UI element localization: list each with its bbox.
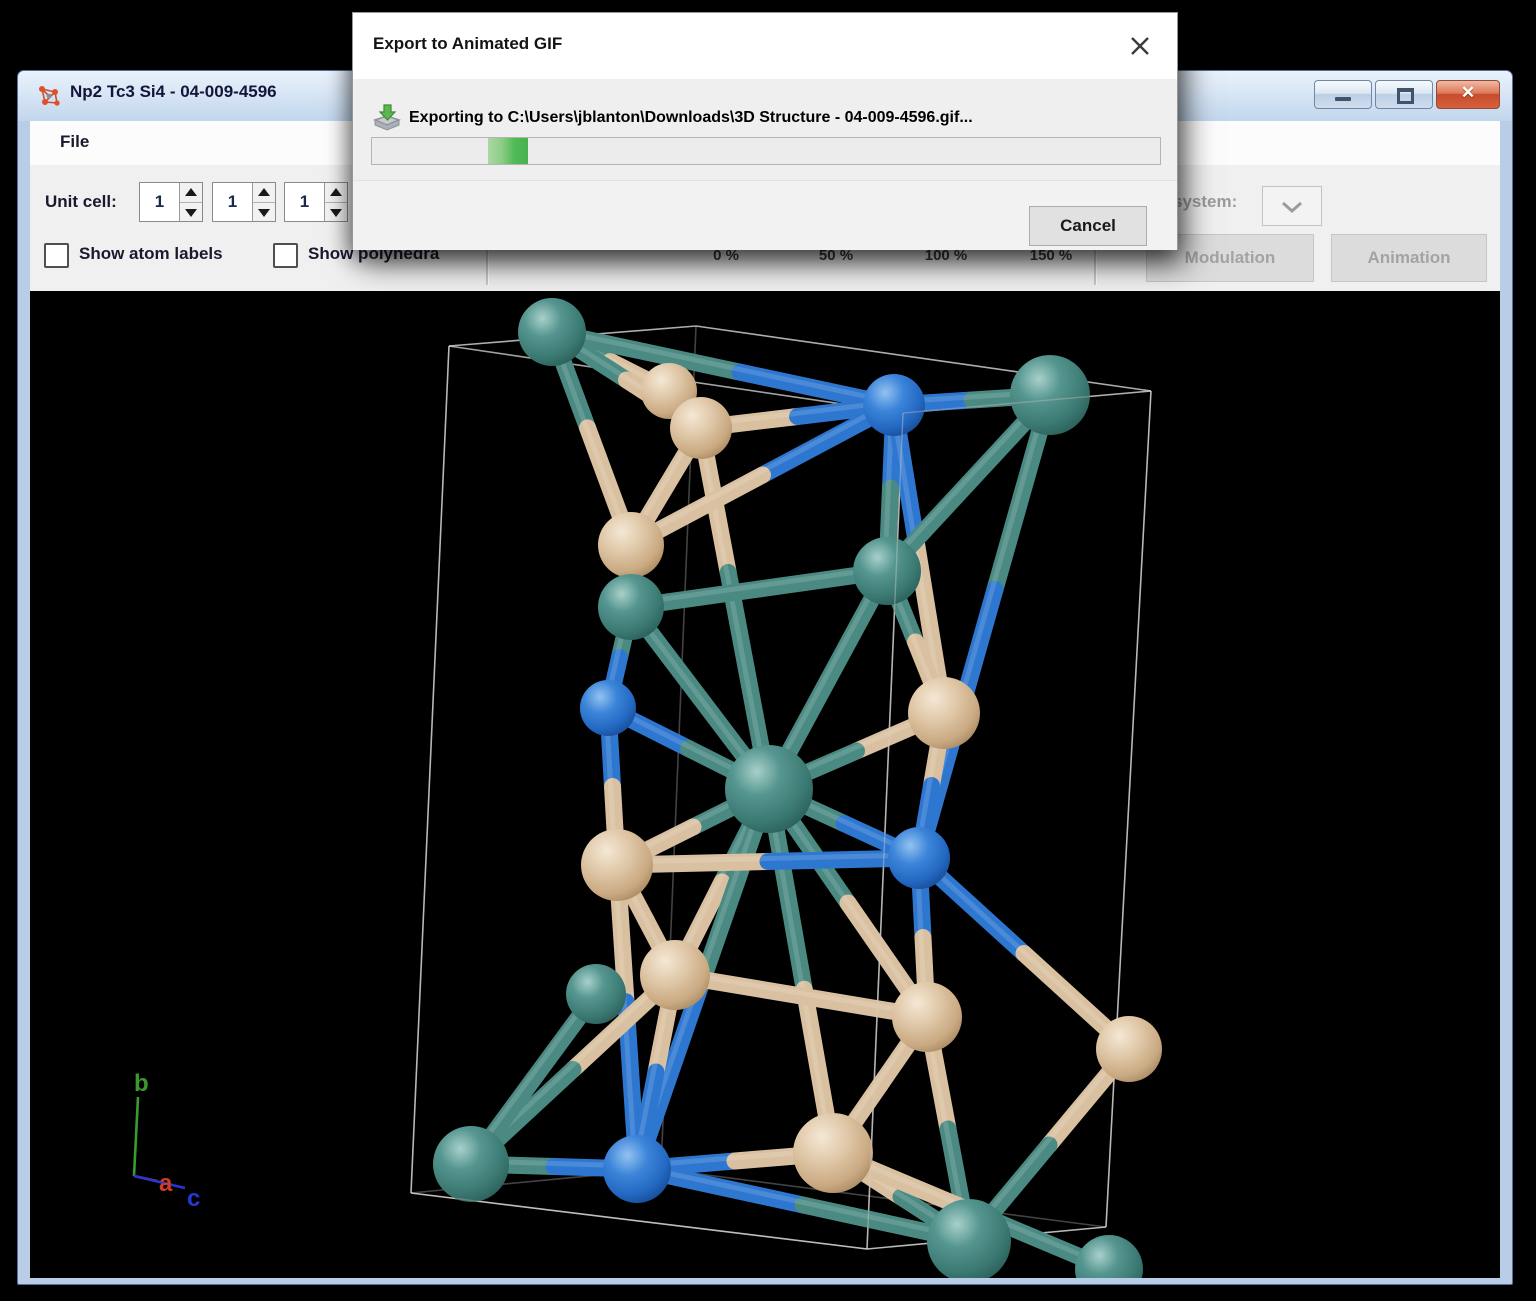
spin-up-icon[interactable] <box>180 183 202 203</box>
dialog-close-icon[interactable] <box>1127 33 1153 59</box>
app-icon <box>36 83 62 109</box>
axis-c-label: c <box>187 1185 200 1212</box>
unit-cell-label: Unit cell: <box>45 192 117 212</box>
export-status-text: Exporting to C:\Users\jblanton\Downloads… <box>409 109 973 127</box>
unit-cell-spinner-b[interactable]: 1 <box>212 182 276 222</box>
close-icon: ✕ <box>1437 83 1499 103</box>
window-title: Np2 Tc3 Si4 - 04-009-4596 <box>70 82 277 102</box>
maximize-button[interactable] <box>1375 80 1433 109</box>
window-controls: ✕ <box>1314 80 1500 109</box>
export-gif-dialog: Export to Animated GIF Exporting to C:\U… <box>352 12 1178 250</box>
unit-cell-value-c: 1 <box>285 183 324 221</box>
axis-b-label: b <box>134 1070 149 1097</box>
show-atom-labels-label[interactable]: Show atom labels <box>79 244 223 264</box>
animation-button[interactable]: Animation <box>1331 234 1487 282</box>
unit-cell-spinner-c[interactable]: 1 <box>284 182 348 222</box>
unit-cell-value-a: 1 <box>140 183 179 221</box>
export-progress-bar <box>371 137 1161 165</box>
minimize-button[interactable] <box>1314 80 1372 109</box>
minimize-icon <box>1335 97 1351 101</box>
progress-indicator <box>488 138 528 164</box>
spin-down-icon[interactable] <box>180 203 202 222</box>
spin-up-icon[interactable] <box>325 183 347 203</box>
spin-down-icon[interactable] <box>325 203 347 222</box>
close-button[interactable]: ✕ <box>1436 80 1500 109</box>
dialog-body: Exporting to C:\Users\jblanton\Downloads… <box>353 79 1177 180</box>
show-atom-labels-checkbox[interactable] <box>44 243 69 268</box>
axis-a-label: a <box>159 1170 173 1197</box>
axes-indicator: b a c <box>134 1070 200 1212</box>
spin-up-icon[interactable] <box>253 183 275 203</box>
structure-canvas[interactable]: b a c <box>30 291 1500 1278</box>
unit-cell-value-b: 1 <box>213 183 252 221</box>
dialog-footer: Cancel <box>353 180 1177 250</box>
axis-b <box>134 1097 138 1176</box>
show-polyhedra-checkbox[interactable] <box>273 243 298 268</box>
unit-cell-spinner-a[interactable]: 1 <box>139 182 203 222</box>
system-dropdown[interactable] <box>1262 186 1322 226</box>
export-gif-icon <box>371 103 403 131</box>
spin-down-icon[interactable] <box>253 203 275 222</box>
app-window: Np2 Tc3 Si4 - 04-009-4596 ✕ File Unit ce… <box>17 70 1513 1285</box>
structure-viewport: b a c <box>30 291 1500 1278</box>
system-label: system: <box>1173 192 1237 212</box>
dialog-title: Export to Animated GIF <box>373 34 562 54</box>
screen: Np2 Tc3 Si4 - 04-009-4596 ✕ File Unit ce… <box>0 0 1536 1301</box>
dialog-titlebar: Export to Animated GIF <box>353 13 1177 79</box>
menu-file[interactable]: File <box>54 130 95 154</box>
chevron-down-icon <box>1280 200 1304 214</box>
cancel-button[interactable]: Cancel <box>1029 206 1147 246</box>
maximize-icon <box>1397 88 1414 104</box>
